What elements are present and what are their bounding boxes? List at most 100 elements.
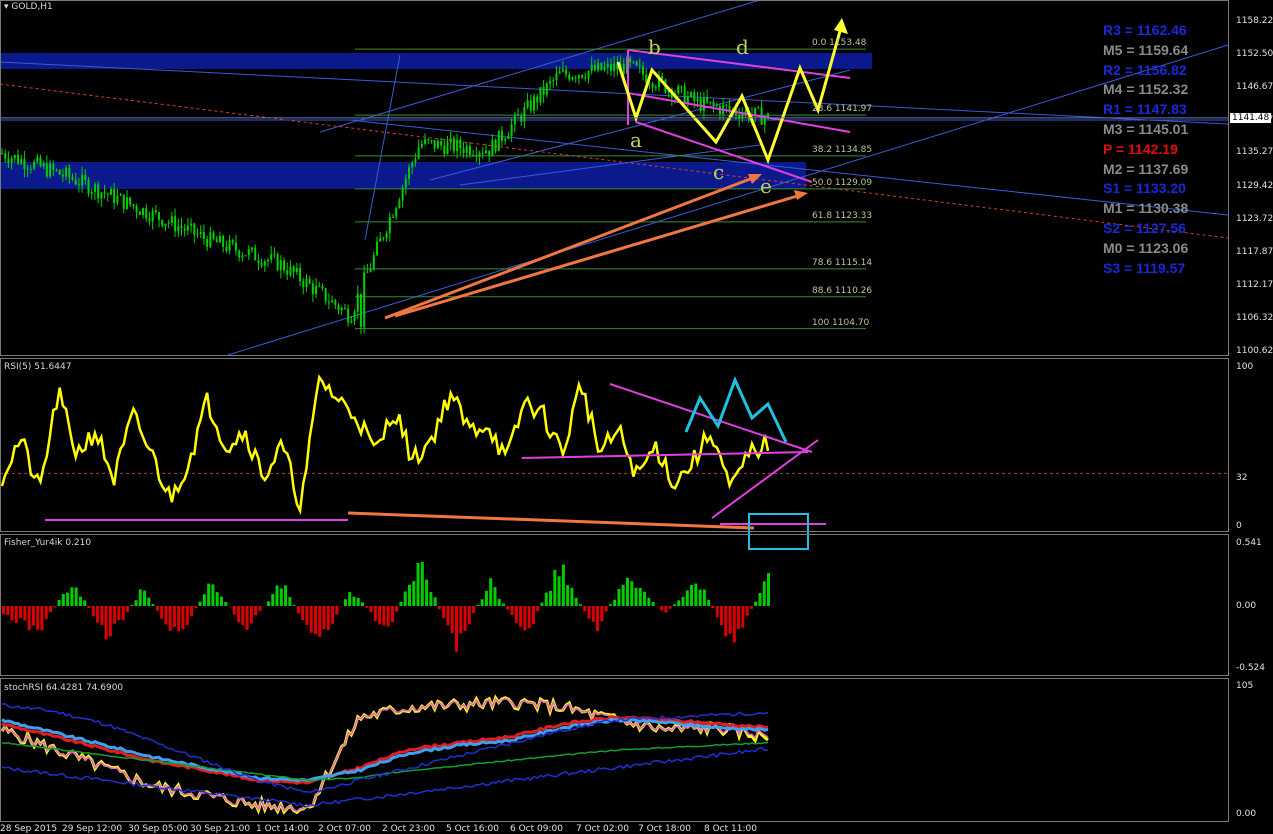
fisher-bar-30 [130,604,134,606]
candle-body-101 [324,288,327,302]
candle-body-162 [520,115,523,122]
fisher-bar-54 [232,606,236,615]
fisher-bar-133 [570,587,574,606]
fisher-bar-135 [578,604,582,606]
candle-body-80 [257,260,260,264]
fisher-bar-9 [40,606,44,631]
candle-body-43 [138,211,141,216]
candle-body-124 [398,200,401,208]
candle-body-98 [315,285,318,294]
candle-body-65 [209,232,212,247]
candle-body-197 [632,61,635,63]
candle-body-140 [449,138,452,143]
fisher-bar-49 [211,584,215,606]
fisher-bar-56 [241,606,245,626]
candle-body-75 [241,255,244,258]
pane-frames [0,0,1229,822]
candle-body-180 [577,75,580,79]
candle-body-63 [202,232,205,239]
fisher-bar-134 [574,597,578,606]
fisher-bar-27 [117,606,121,621]
fisher-bar-69 [296,606,300,614]
symbol-title[interactable]: ▾ GOLD,H1 [4,2,53,12]
fisher-axis-zero: 0.00 [1236,601,1257,611]
candle-body-178 [571,77,574,80]
candle-body-34 [109,188,112,195]
stoch-title: stochRSI 64.4281 74.6900 [4,683,124,693]
candle-body-151 [484,150,487,154]
candle-body-82 [263,261,266,266]
candle-body-122 [392,216,395,218]
fisher-bar-170 [728,606,732,634]
orange-arrow-2-head [794,190,808,200]
candle-body-110 [353,311,356,322]
fisher-bar-59 [254,606,258,616]
fisher-bar-152 [651,601,655,606]
pivot-label-11: M0 = 1123.06 [1103,239,1189,256]
fisher-bar-137 [587,606,591,619]
fisher-bar-124 [531,606,535,625]
candle-body-6 [20,159,23,164]
fisher-bar-42 [181,606,185,630]
fisher-bar-44 [190,606,194,617]
fisher-bar-112 [480,599,484,606]
rsi-line-4 [347,511,755,530]
fisher-bar-139 [596,606,600,631]
candle-body-175 [561,69,564,72]
candle-body-42 [135,206,138,212]
fisher-bar-82 [352,596,356,606]
fisher-axis-top: 0.541 [1236,538,1262,548]
fisher-bar-123 [527,606,531,628]
fisher-bar-109 [467,606,471,625]
pivot-label-12: S3 = 1119.57 [1103,259,1186,276]
fisher-bar-122 [523,606,527,631]
candle-body-147 [472,154,475,156]
fisher-bar-86 [369,606,373,613]
fib-label-7: 100 1104.70 [812,317,870,328]
candle-body-189 [606,63,609,67]
candle-body-179 [574,77,577,79]
candle-body-190 [609,63,612,71]
fisher-bar-62 [266,601,270,606]
fisher-bar-8 [36,606,40,630]
fisher-bar-98 [420,561,424,606]
candle-body-221 [709,101,712,103]
candle-body-170 [545,83,548,95]
candle-body-105 [337,305,340,311]
fisher-bar-48 [207,583,211,606]
candle-body-28 [90,191,93,194]
candle-body-166 [533,96,536,111]
fisher-bar-39 [168,606,172,631]
candle-body-235 [754,107,757,116]
candle-body-83 [267,259,270,262]
candle-body-117 [375,241,378,255]
candle-body-138 [443,145,446,154]
trend-line-3 [0,83,1229,239]
candle-body-79 [254,247,257,261]
candle-body-102 [327,301,330,303]
wave-label-b: b [648,35,661,59]
candle-body-46 [148,218,151,222]
fisher-bar-57 [245,606,249,630]
pivot-label-8: S1 = 1133.20 [1103,180,1186,197]
date-axis-label-3: 30 Sep 21:00 [190,824,251,834]
candle-body-188 [603,66,606,70]
date-axis-label-8: 6 Oct 09:00 [510,824,563,834]
candle-body-15 [49,163,52,177]
candle-body-97 [311,283,314,294]
candle-body-60 [193,223,196,235]
fisher-bar-74 [318,606,322,637]
fisher-bar-114 [489,578,493,606]
candle-body-204 [654,87,657,89]
date-axis-label-7: 5 Oct 16:00 [446,824,499,834]
rsi-line [0,374,770,516]
fisher-bar-55 [237,606,241,623]
candle-body-171 [549,80,552,84]
candle-body-137 [440,141,443,146]
fisher-bar-144 [617,588,621,606]
candle-body-89 [286,270,289,275]
candle-body-0 [1,153,3,155]
candle-body-142 [456,139,459,152]
fisher-bar-95 [408,584,412,606]
fisher-bar-17 [74,587,78,606]
